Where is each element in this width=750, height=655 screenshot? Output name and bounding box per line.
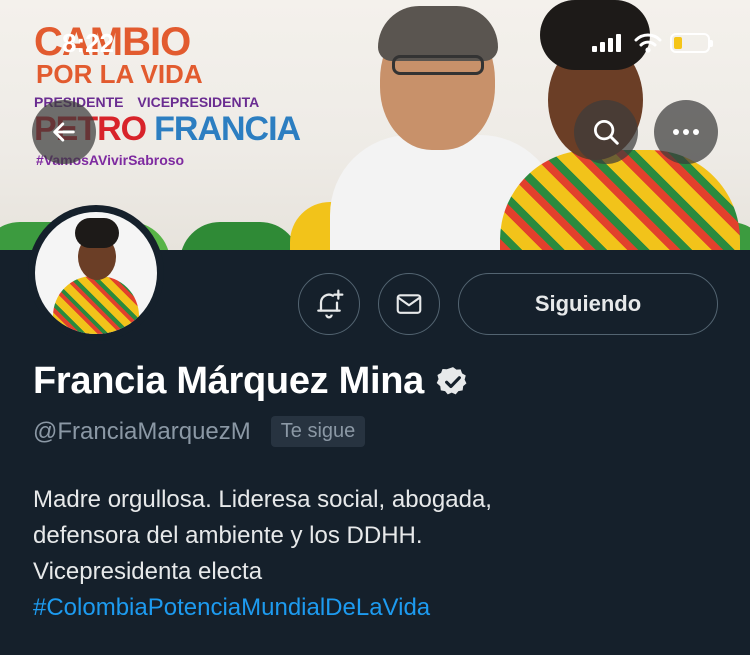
- avatar[interactable]: [28, 205, 164, 341]
- message-button[interactable]: [378, 273, 440, 335]
- mail-icon: [396, 294, 422, 314]
- user-handle: @FranciaMarquezM: [33, 417, 251, 445]
- bio-hashtag-link[interactable]: #ColombiaPotenciaMundialDeLaVida: [33, 590, 723, 626]
- back-arrow-icon: [53, 122, 75, 142]
- bio-line: Madre orgullosa. Lideresa social, abogad…: [33, 486, 492, 513]
- banner-slogan-line2: POR LA VIDA: [36, 59, 203, 89]
- banner-name-right: FRANCIA: [154, 110, 301, 148]
- search-icon: [594, 120, 619, 145]
- more-options-button[interactable]: [654, 100, 718, 164]
- profile-name-row: Francia Márquez Mina: [33, 360, 470, 403]
- verified-badge-icon[interactable]: [436, 365, 470, 399]
- notifications-button[interactable]: [298, 273, 360, 335]
- status-time: 8:22: [62, 28, 115, 58]
- more-icon: [673, 129, 699, 135]
- profile-bio: Madre orgullosa. Lideresa social, abogad…: [33, 482, 723, 626]
- wifi-icon: [634, 33, 662, 53]
- profile-handle-row: @FranciaMarquezM Te sigue: [33, 416, 366, 447]
- bio-line: defensora del ambiente y los DDHH.: [33, 522, 423, 549]
- battery-icon: [670, 33, 713, 53]
- search-button[interactable]: [574, 100, 638, 164]
- display-name: Francia Márquez Mina: [33, 360, 424, 402]
- banner-decoration: [180, 222, 300, 250]
- bio-line: Vicepresidenta electa: [33, 558, 263, 585]
- back-button[interactable]: [32, 100, 96, 164]
- status-bar: 8:22: [0, 0, 750, 60]
- signal-icon: [592, 34, 621, 52]
- avatar-photo: [35, 212, 157, 334]
- banner-role-right: VICEPRESIDENTA: [137, 94, 260, 110]
- bell-plus-icon: [317, 289, 344, 319]
- following-button[interactable]: Siguiendo: [458, 273, 718, 335]
- follows-you-badge: Te sigue: [270, 416, 366, 447]
